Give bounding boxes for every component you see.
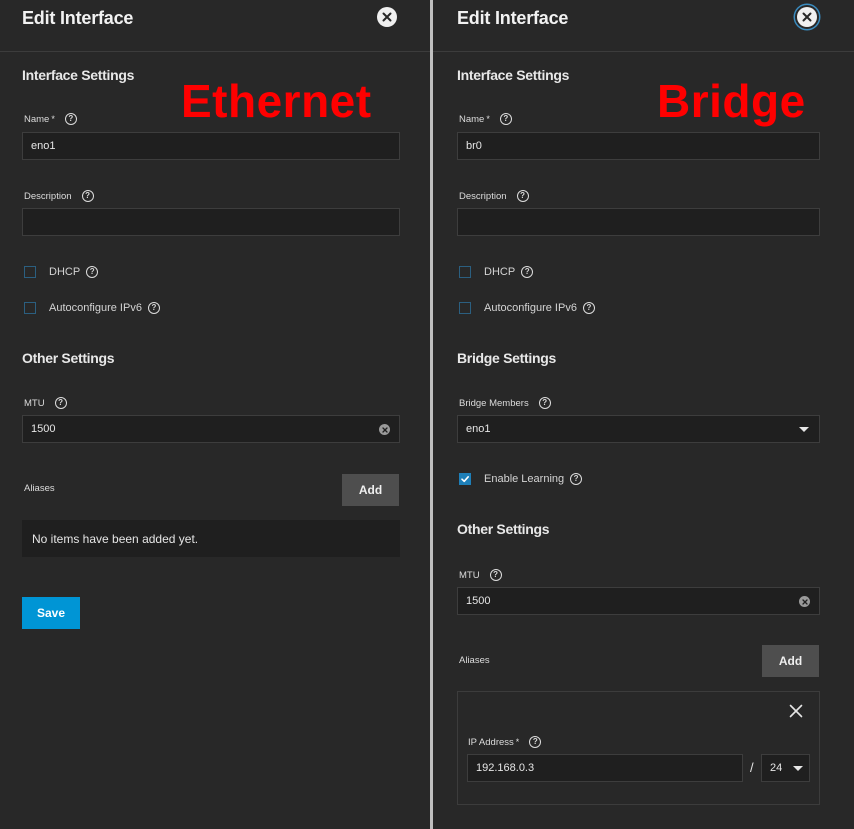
bridge-members-select[interactable]: eno1 [457, 415, 820, 443]
dhcp-checkbox[interactable] [459, 266, 471, 278]
description-label-text: Description [459, 190, 507, 202]
name-label-text: Name [459, 113, 485, 125]
alias-card: IP Address * ? 192.168.0.3 / 24 [457, 691, 820, 805]
mtu-label-text: MTU [459, 569, 480, 581]
description-input[interactable] [22, 208, 400, 236]
section-title-other-settings: Other Settings [22, 350, 115, 366]
add-alias-button[interactable]: Add [762, 645, 819, 677]
dhcp-label: DHCP [49, 266, 81, 278]
help-icon[interactable]: ? [64, 113, 77, 125]
enable-learning-label: Enable Learning [484, 473, 565, 485]
chevron-down-icon [793, 766, 803, 771]
help-icon[interactable]: ? [81, 190, 94, 202]
ip-address-label-text: IP Address [468, 736, 514, 748]
ipv6-checkbox-row[interactable]: Autoconfigure IPv6 ? [459, 302, 595, 314]
section-title-bridge-settings: Bridge Settings [457, 350, 556, 366]
mtu-input-value: 1500 [31, 423, 56, 435]
aliases-empty-message: No items have been added yet. [22, 520, 400, 557]
ip-address-input[interactable]: 192.168.0.3 [467, 754, 743, 782]
aliases-label: Aliases [24, 483, 55, 494]
ip-address-value: 192.168.0.3 [476, 762, 535, 774]
mtu-input[interactable]: 1500 [22, 415, 400, 443]
ipv6-checkbox[interactable] [459, 302, 471, 314]
description-label-text: Description [24, 190, 72, 202]
aliases-label: Aliases [459, 655, 490, 666]
required-marker: * [51, 114, 55, 124]
description-label: Description ? [24, 190, 94, 202]
help-icon[interactable]: ? [54, 397, 67, 409]
overlay-label: Bridge [657, 75, 806, 127]
name-label: Name * ? [459, 113, 512, 125]
name-input-value: eno1 [31, 140, 56, 152]
help-icon[interactable]: ? [147, 302, 160, 314]
clear-icon[interactable] [799, 596, 810, 607]
section-title-interface-settings: Interface Settings [22, 67, 135, 83]
help-icon[interactable]: ? [582, 302, 595, 314]
ipv6-checkbox-row[interactable]: Autoconfigure IPv6 ? [24, 302, 160, 314]
name-input[interactable]: eno1 [22, 132, 400, 160]
name-input-value: br0 [466, 140, 482, 152]
help-icon[interactable]: ? [516, 190, 529, 202]
mtu-label: MTU ? [459, 569, 502, 581]
netmask-separator: / [750, 760, 754, 775]
empty-text: No items have been added yet. [32, 531, 199, 546]
enable-learning-checkbox-row[interactable]: Enable Learning ? [459, 473, 583, 485]
name-label-text: Name [24, 113, 50, 125]
close-icon[interactable] [377, 7, 397, 27]
bridge-members-label: Bridge Members ? [459, 397, 551, 409]
help-icon[interactable]: ? [529, 736, 542, 748]
help-icon[interactable]: ? [521, 266, 534, 278]
panel-title: Edit Interface [22, 8, 134, 28]
help-icon[interactable]: ? [570, 473, 583, 485]
ip-address-label: IP Address * ? [468, 736, 542, 748]
section-title-other-settings: Other Settings [457, 521, 550, 537]
panel-title: Edit Interface [457, 8, 569, 28]
panel-header: Edit Interface [0, 0, 430, 52]
save-button[interactable]: Save [22, 597, 80, 629]
dhcp-label: DHCP [484, 266, 516, 278]
mtu-input-value: 1500 [466, 595, 491, 607]
dhcp-checkbox-row[interactable]: DHCP ? [24, 266, 99, 278]
dhcp-checkbox-row[interactable]: DHCP ? [459, 266, 534, 278]
netmask-select[interactable]: 24 [761, 754, 810, 782]
panel-header: Edit Interface [433, 0, 854, 52]
chevron-down-icon [799, 427, 809, 432]
enable-learning-checkbox[interactable] [459, 473, 471, 485]
description-input[interactable] [457, 208, 820, 236]
check-icon [461, 476, 469, 483]
help-icon[interactable]: ? [499, 113, 512, 125]
add-alias-button[interactable]: Add [342, 474, 399, 506]
x-icon[interactable] [789, 704, 803, 718]
clear-icon[interactable] [379, 424, 390, 435]
overlay-label: Ethernet [181, 75, 372, 127]
mtu-label: MTU ? [24, 397, 67, 409]
name-label: Name * ? [24, 113, 77, 125]
description-label: Description ? [459, 190, 529, 202]
edit-interface-panel-ethernet: Edit Interface Ethernet Interface Settin… [0, 0, 430, 829]
required-marker: * [486, 114, 490, 124]
ipv6-checkbox[interactable] [24, 302, 36, 314]
name-input[interactable]: br0 [457, 132, 820, 160]
netmask-value: 24 [770, 762, 783, 774]
help-icon[interactable]: ? [86, 266, 99, 278]
mtu-input[interactable]: 1500 [457, 587, 820, 615]
mtu-label-text: MTU [24, 397, 45, 409]
bridge-members-value: eno1 [466, 423, 491, 435]
dhcp-checkbox[interactable] [24, 266, 36, 278]
ipv6-label: Autoconfigure IPv6 [49, 302, 142, 314]
help-icon[interactable]: ? [538, 397, 551, 409]
required-marker: * [515, 737, 520, 747]
close-icon[interactable] [797, 7, 817, 27]
section-title-interface-settings: Interface Settings [457, 67, 570, 83]
bridge-members-label-text: Bridge Members [459, 397, 529, 409]
edit-interface-panel-bridge: Edit Interface Bridge Interface Settings… [433, 0, 854, 829]
help-icon[interactable]: ? [489, 569, 502, 581]
ipv6-label: Autoconfigure IPv6 [484, 302, 577, 314]
